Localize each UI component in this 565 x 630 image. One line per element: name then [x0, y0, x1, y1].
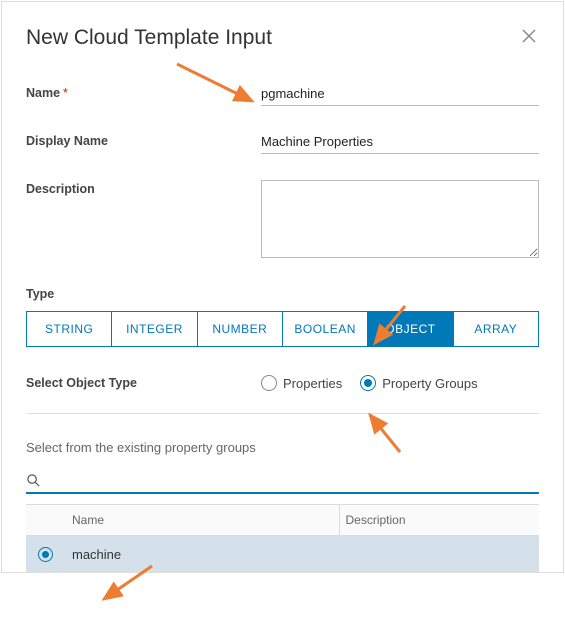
table-row[interactable]: machine	[26, 536, 539, 573]
radio-label: Property Groups	[382, 376, 477, 391]
display-name-input[interactable]	[261, 132, 539, 154]
name-input[interactable]	[261, 84, 539, 106]
object-type-label: Select Object Type	[26, 376, 261, 390]
description-textarea[interactable]	[261, 180, 539, 258]
property-groups-table: Name Description machine	[26, 504, 539, 572]
type-option-array[interactable]: ARRAY	[454, 312, 538, 346]
table-header-description[interactable]: Description	[339, 505, 539, 536]
dialog-header: New Cloud Template Input	[26, 26, 539, 50]
object-type-option-property-groups[interactable]: Property Groups	[360, 375, 477, 391]
radio-label: Properties	[283, 376, 342, 391]
row-radio-icon[interactable]	[38, 547, 53, 562]
type-option-integer[interactable]: INTEGER	[112, 312, 197, 346]
dialog-title: New Cloud Template Input	[26, 26, 272, 50]
divider	[26, 413, 539, 414]
name-label-text: Name	[26, 86, 60, 100]
type-section: Type STRINGINTEGERNUMBERBOOLEANOBJECTARR…	[26, 287, 539, 347]
close-icon	[521, 28, 537, 44]
table-header-row: Name Description	[26, 505, 539, 536]
name-row: Name*	[26, 84, 539, 106]
table-header-select	[26, 505, 66, 536]
row-description-cell	[339, 536, 539, 573]
table-header-name[interactable]: Name	[66, 505, 339, 536]
row-name-cell: machine	[66, 536, 339, 573]
type-segmented-control: STRINGINTEGERNUMBERBOOLEANOBJECTARRAY	[26, 311, 539, 347]
type-label: Type	[26, 287, 539, 301]
property-groups-search[interactable]	[26, 471, 539, 494]
object-type-radio-group: Properties Property Groups	[261, 375, 539, 391]
close-button[interactable]	[519, 26, 539, 49]
type-option-number[interactable]: NUMBER	[198, 312, 283, 346]
type-option-string[interactable]: STRING	[27, 312, 112, 346]
object-type-option-properties[interactable]: Properties	[261, 375, 342, 391]
new-cloud-template-input-dialog: New Cloud Template Input Name* Display N…	[1, 1, 564, 573]
search-icon	[26, 473, 41, 488]
description-row: Description	[26, 180, 539, 261]
radio-icon	[261, 375, 277, 391]
type-option-object[interactable]: OBJECT	[368, 312, 453, 346]
property-groups-section-label: Select from the existing property groups	[26, 440, 539, 455]
required-indicator: *	[63, 86, 68, 100]
object-type-row: Select Object Type Properties Property Gr…	[26, 375, 539, 391]
display-name-label: Display Name	[26, 132, 261, 148]
type-option-boolean[interactable]: BOOLEAN	[283, 312, 368, 346]
description-label: Description	[26, 180, 261, 196]
display-name-row: Display Name	[26, 132, 539, 154]
radio-icon	[360, 375, 376, 391]
name-label: Name*	[26, 84, 261, 100]
property-groups-search-input[interactable]	[41, 471, 539, 490]
